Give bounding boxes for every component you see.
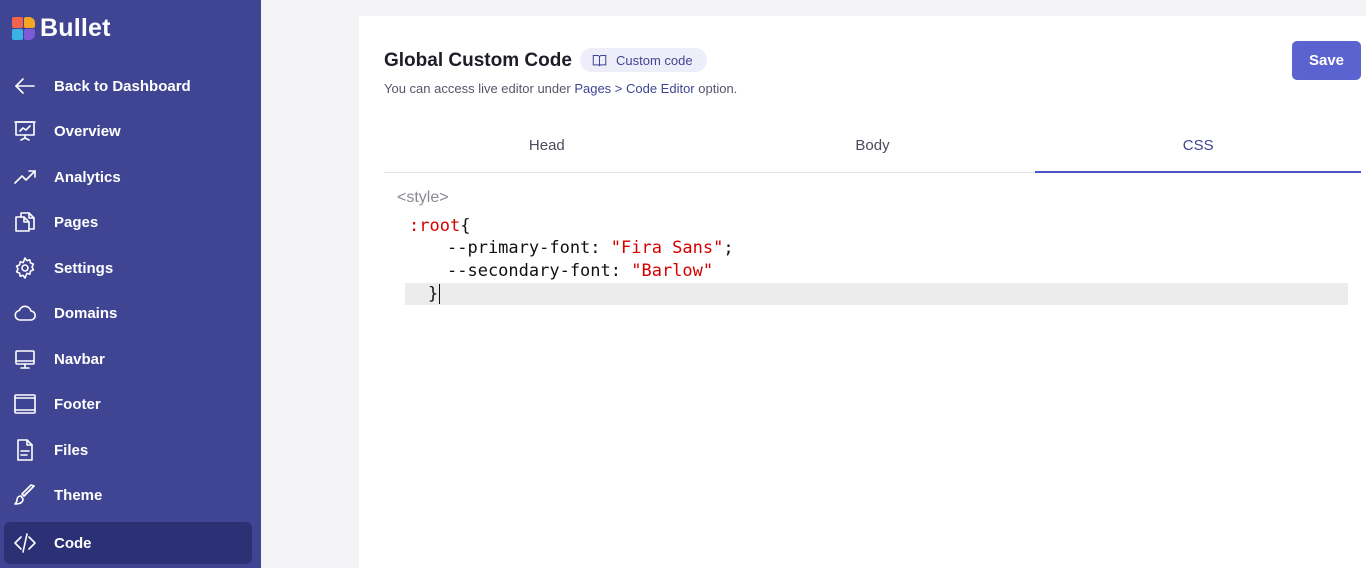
sidebar-item-label: Files [54, 441, 89, 459]
subtitle-text-end: option. [694, 81, 738, 96]
tab-head[interactable]: Head [384, 129, 710, 172]
code-line-root: :root{ [409, 215, 470, 237]
code-open-brace: { [460, 216, 471, 236]
sidebar-item-label: Navbar [54, 350, 105, 368]
sidebar-item-navbar[interactable]: Navbar [4, 338, 252, 380]
text-cursor [439, 284, 441, 304]
gear-icon [12, 255, 38, 281]
code-line-primary-font: --primary-font: "Fira Sans"; [447, 237, 734, 259]
custom-code-panel: Global Custom Code Custom code You can a… [359, 16, 1366, 568]
sidebar-item-label: Analytics [54, 168, 121, 186]
sidebar-item-theme[interactable]: Theme [4, 474, 252, 516]
pages-icon [12, 209, 38, 235]
sidebar: Bullet Back to Dashboard Overview Analyt… [0, 0, 261, 568]
code-string: "Barlow" [631, 261, 714, 281]
sidebar-item-domains[interactable]: Domains [4, 292, 252, 334]
sidebar-item-footer[interactable]: Footer [4, 383, 252, 425]
sidebar-item-overview[interactable]: Overview [4, 110, 252, 152]
bullet-logo-icon [12, 16, 36, 41]
code-close-brace: } [428, 284, 439, 304]
code-editor-link[interactable]: Pages > Code Editor [574, 81, 694, 96]
sidebar-item-label: Footer [54, 395, 101, 413]
book-icon [592, 54, 607, 66]
code-semicolon: ; [723, 238, 734, 258]
sidebar-item-label: Overview [54, 122, 121, 140]
code-line-secondary-font: --secondary-font: "Barlow" [447, 260, 713, 282]
sidebar-item-back-to-dashboard[interactable]: Back to Dashboard [4, 65, 252, 107]
logo-text: Bullet [40, 14, 111, 42]
code-line-style-tag: <style> [397, 189, 449, 206]
code-property: --secondary-font: [447, 261, 632, 281]
sidebar-item-code[interactable]: Code [4, 522, 252, 564]
custom-code-badge[interactable]: Custom code [580, 48, 707, 72]
sidebar-item-label: Theme [54, 486, 103, 504]
code-property: --primary-font: [447, 238, 611, 258]
logo[interactable]: Bullet [12, 14, 111, 43]
presentation-chart-icon [12, 118, 38, 144]
sidebar-item-label: Settings [54, 259, 114, 277]
arrow-left-icon [12, 73, 38, 99]
brush-icon [12, 482, 38, 508]
sidebar-item-files[interactable]: Files [4, 429, 252, 471]
sidebar-item-label: Domains [54, 304, 118, 322]
trending-up-icon [12, 164, 38, 190]
sidebar-item-label: Pages [54, 213, 99, 231]
code-icon [12, 530, 38, 556]
subtitle-text: You can access live editor under [384, 81, 575, 96]
sidebar-item-label: Back to Dashboard [54, 77, 191, 95]
code-tabs: Head Body CSS [384, 129, 1361, 173]
code-editor[interactable]: <style> :root{ --primary-font: "Fira San… [384, 186, 1361, 346]
main-area: Global Custom Code Custom code You can a… [261, 0, 1366, 568]
tab-body[interactable]: Body [710, 129, 1036, 172]
page-title: Global Custom Code [384, 50, 572, 71]
code-line-close-brace: } [428, 283, 441, 305]
sidebar-item-pages[interactable]: Pages [4, 201, 252, 243]
active-line-highlight [405, 283, 1348, 305]
cloud-icon [12, 300, 38, 326]
file-icon [12, 437, 38, 463]
code-selector: :root [409, 216, 461, 236]
tab-css[interactable]: CSS [1035, 129, 1361, 173]
sidebar-item-analytics[interactable]: Analytics [4, 156, 252, 198]
app-root: Bullet Back to Dashboard Overview Analyt… [0, 0, 1366, 568]
monitor-icon [12, 346, 38, 372]
sidebar-item-settings[interactable]: Settings [4, 247, 252, 289]
page-subtitle: You can access live editor under Pages >… [384, 81, 737, 96]
badge-label: Custom code [616, 52, 693, 68]
save-button[interactable]: Save [1292, 41, 1361, 80]
footer-layout-icon [12, 391, 38, 417]
sidebar-item-label: Code [54, 534, 92, 552]
code-string: "Fira Sans" [610, 238, 724, 258]
